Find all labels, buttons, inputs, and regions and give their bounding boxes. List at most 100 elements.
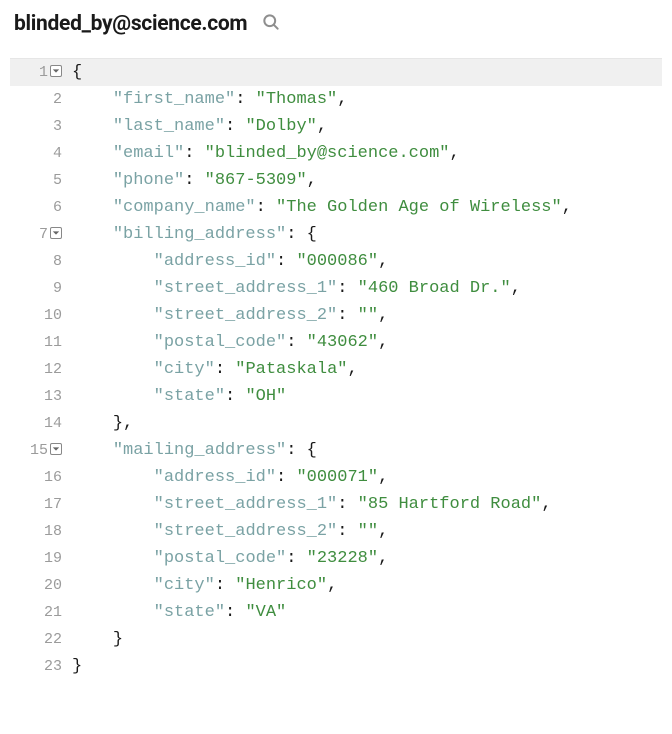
json-punct: } [72, 657, 82, 676]
json-string: "Dolby" [245, 117, 316, 136]
json-key: "postal_code" [154, 549, 287, 568]
line-number[interactable]: 19 [10, 545, 66, 572]
line-number[interactable]: 2 [10, 86, 66, 113]
json-punct: , [378, 333, 388, 352]
code-content[interactable]: "address_id": "000071", [66, 464, 388, 491]
json-key: "email" [113, 144, 184, 163]
code-content[interactable]: "company_name": "The Golden Age of Wirel… [66, 194, 572, 221]
json-string: "Henrico" [235, 576, 327, 595]
line-number[interactable]: 6 [10, 194, 66, 221]
code-line[interactable]: 13 "state": "OH" [10, 383, 662, 410]
code-content[interactable]: "first_name": "Thomas", [66, 86, 347, 113]
code-content[interactable]: "state": "VA" [66, 599, 286, 626]
code-line[interactable]: 17 "street_address_1": "85 Hartford Road… [10, 491, 662, 518]
json-key: "street_address_1" [154, 495, 338, 514]
line-number[interactable]: 9 [10, 275, 66, 302]
code-content[interactable]: "state": "OH" [66, 383, 286, 410]
page-title: blinded_by@science.com [14, 12, 247, 36]
code-line[interactable]: 4 "email": "blinded_by@science.com", [10, 140, 662, 167]
code-line[interactable]: 15 "mailing_address": { [10, 437, 662, 464]
json-punct: : { [286, 225, 317, 244]
json-string: "000086" [296, 252, 378, 271]
line-number[interactable]: 13 [10, 383, 66, 410]
json-string: "" [358, 522, 378, 541]
code-content[interactable]: } [66, 626, 123, 653]
line-number[interactable]: 21 [10, 599, 66, 626]
json-punct: : [276, 252, 296, 271]
code-content[interactable]: "city": "Henrico", [66, 572, 337, 599]
line-number[interactable]: 4 [10, 140, 66, 167]
line-number[interactable]: 20 [10, 572, 66, 599]
code-editor[interactable]: 1{2 "first_name": "Thomas",3 "last_name"… [10, 58, 662, 680]
code-line[interactable]: 9 "street_address_1": "460 Broad Dr.", [10, 275, 662, 302]
json-punct: , [337, 90, 347, 109]
json-key: "phone" [113, 171, 184, 190]
code-content[interactable]: "last_name": "Dolby", [66, 113, 327, 140]
line-number[interactable]: 14 [10, 410, 66, 437]
code-content[interactable]: "postal_code": "23228", [66, 545, 388, 572]
json-punct: , [378, 306, 388, 325]
code-content[interactable]: "email": "blinded_by@science.com", [66, 140, 460, 167]
json-key: "address_id" [154, 252, 276, 271]
json-punct: : [337, 279, 357, 298]
line-number[interactable]: 3 [10, 113, 66, 140]
code-content[interactable]: "street_address_1": "460 Broad Dr.", [66, 275, 521, 302]
code-content[interactable]: } [66, 653, 82, 680]
code-line[interactable]: 12 "city": "Pataskala", [10, 356, 662, 383]
fold-toggle-icon[interactable] [50, 65, 62, 77]
code-line[interactable]: 8 "address_id": "000086", [10, 248, 662, 275]
code-line[interactable]: 11 "postal_code": "43062", [10, 329, 662, 356]
code-content[interactable]: "address_id": "000086", [66, 248, 388, 275]
code-line[interactable]: 20 "city": "Henrico", [10, 572, 662, 599]
line-number[interactable]: 11 [10, 329, 66, 356]
code-content[interactable]: { [66, 59, 82, 86]
code-content[interactable]: "city": "Pataskala", [66, 356, 358, 383]
code-line[interactable]: 14 }, [10, 410, 662, 437]
json-string: "blinded_by@science.com" [205, 144, 450, 163]
fold-toggle-icon[interactable] [50, 443, 62, 455]
line-number[interactable]: 15 [10, 437, 66, 464]
json-string: "000071" [296, 468, 378, 487]
line-number[interactable]: 1 [10, 59, 66, 86]
line-number[interactable]: 16 [10, 464, 66, 491]
code-line[interactable]: 16 "address_id": "000071", [10, 464, 662, 491]
json-punct: , [378, 522, 388, 541]
json-punct: : [337, 522, 357, 541]
line-number[interactable]: 17 [10, 491, 66, 518]
json-punct: , [307, 171, 317, 190]
fold-toggle-icon[interactable] [50, 227, 62, 239]
code-content[interactable]: "billing_address": { [66, 221, 317, 248]
code-line[interactable]: 18 "street_address_2": "", [10, 518, 662, 545]
code-content[interactable]: "street_address_1": "85 Hartford Road", [66, 491, 552, 518]
header: blinded_by@science.com [0, 0, 672, 44]
code-content[interactable]: "mailing_address": { [66, 437, 317, 464]
line-number[interactable]: 5 [10, 167, 66, 194]
code-line[interactable]: 19 "postal_code": "23228", [10, 545, 662, 572]
code-content[interactable]: "street_address_2": "", [66, 302, 388, 329]
line-number[interactable]: 7 [10, 221, 66, 248]
code-line[interactable]: 3 "last_name": "Dolby", [10, 113, 662, 140]
code-line[interactable]: 1{ [10, 59, 662, 86]
line-number[interactable]: 8 [10, 248, 66, 275]
line-number[interactable]: 23 [10, 653, 66, 680]
code-line[interactable]: 21 "state": "VA" [10, 599, 662, 626]
code-line[interactable]: 2 "first_name": "Thomas", [10, 86, 662, 113]
code-line[interactable]: 10 "street_address_2": "", [10, 302, 662, 329]
json-punct: : [276, 468, 296, 487]
search-icon[interactable] [261, 12, 281, 36]
line-number[interactable]: 22 [10, 626, 66, 653]
code-line[interactable]: 22 } [10, 626, 662, 653]
json-key: "postal_code" [154, 333, 287, 352]
line-number[interactable]: 12 [10, 356, 66, 383]
line-number[interactable]: 18 [10, 518, 66, 545]
code-content[interactable]: "phone": "867-5309", [66, 167, 317, 194]
code-line[interactable]: 7 "billing_address": { [10, 221, 662, 248]
code-line[interactable]: 23} [10, 653, 662, 680]
code-content[interactable]: "street_address_2": "", [66, 518, 388, 545]
code-line[interactable]: 5 "phone": "867-5309", [10, 167, 662, 194]
json-key: "last_name" [113, 117, 225, 136]
code-line[interactable]: 6 "company_name": "The Golden Age of Wir… [10, 194, 662, 221]
code-content[interactable]: }, [66, 410, 133, 437]
line-number[interactable]: 10 [10, 302, 66, 329]
code-content[interactable]: "postal_code": "43062", [66, 329, 388, 356]
